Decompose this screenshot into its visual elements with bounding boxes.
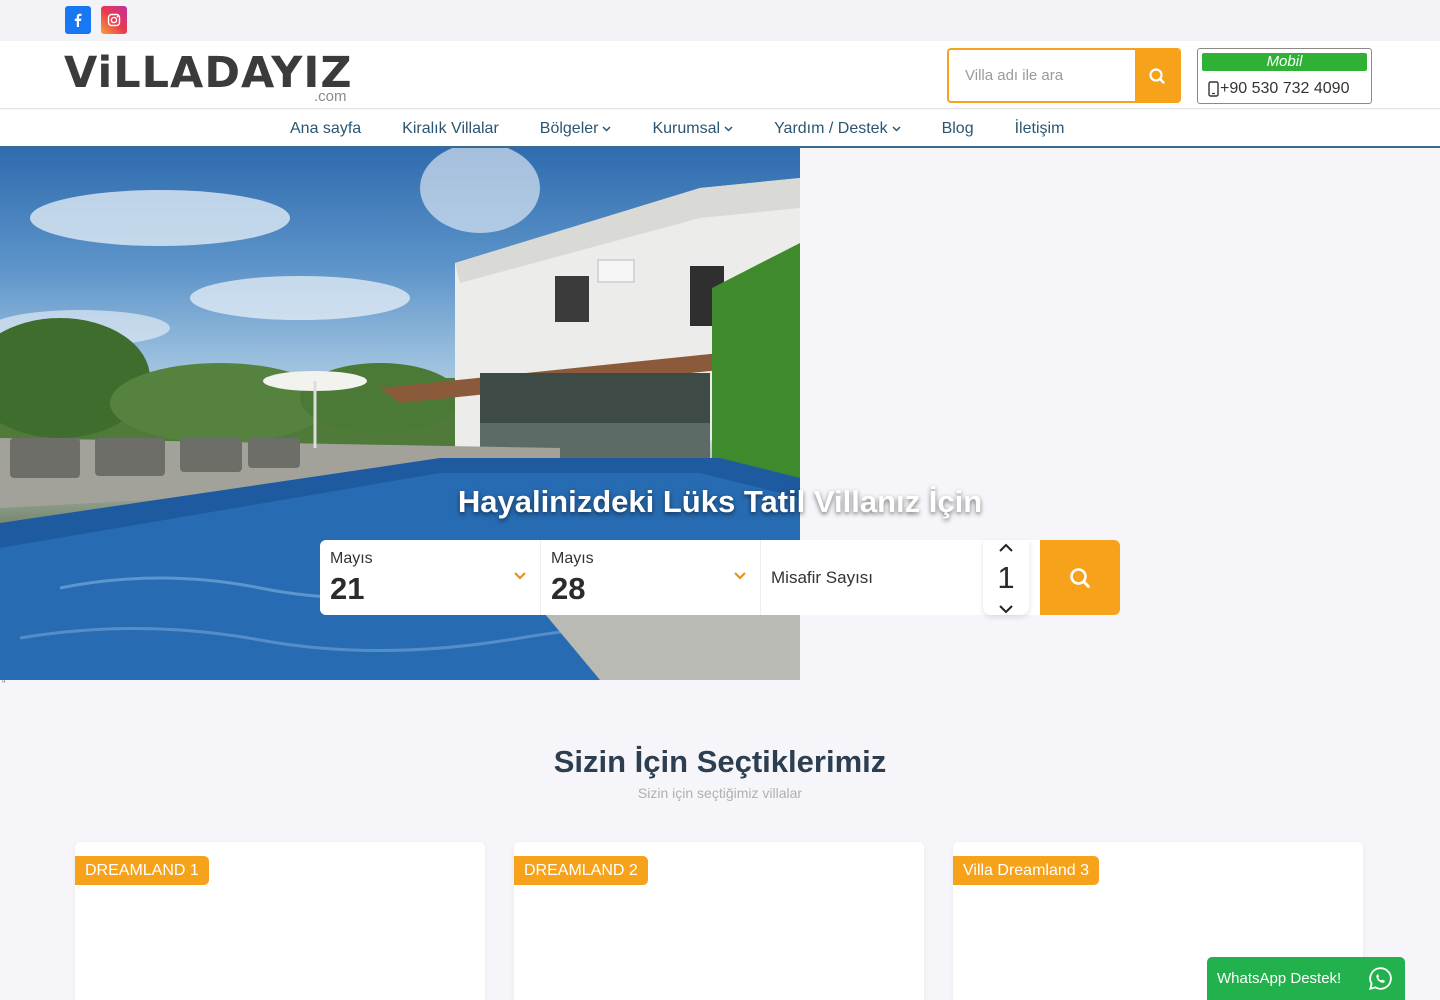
villa-card[interactable]: DREAMLAND 1 xyxy=(75,842,485,1000)
facebook-icon[interactable] xyxy=(65,6,91,34)
checkin-month: Mayıs xyxy=(330,550,373,567)
whatsapp-label: WhatsApp Destek! xyxy=(1217,970,1342,987)
social-bar xyxy=(0,0,1440,41)
chevron-down-icon xyxy=(892,126,901,132)
nav-label: Yardım / Destek xyxy=(774,120,888,137)
villa-card-tag: DREAMLAND 1 xyxy=(75,856,209,885)
checkout-day: 28 xyxy=(551,571,586,606)
chevron-down-icon xyxy=(514,572,526,580)
guest-count-stepper: 1 xyxy=(983,540,1029,615)
nav-item-help[interactable]: Yardım / Destek xyxy=(774,120,901,138)
nav-item-regions[interactable]: Bölgeler xyxy=(540,120,612,138)
villa-search-button[interactable] xyxy=(1135,50,1179,101)
checkin-day: 21 xyxy=(330,571,365,606)
guest-count-value[interactable]: 1 xyxy=(983,560,1029,596)
nav-label: Blog xyxy=(941,120,974,137)
section-title: Sizin İçin Seçtiklerimiz xyxy=(553,744,887,779)
hero-title: Hayalinizdeki Lüks Tatil Villanız İçin xyxy=(457,484,983,519)
whatsapp-icon xyxy=(1369,967,1392,990)
whatsapp-support-button[interactable]: WhatsApp Destek! xyxy=(1207,957,1405,1000)
chevron-up-icon[interactable] xyxy=(998,542,1014,554)
nav-label: Bölgeler xyxy=(539,120,599,137)
nav-item-blog[interactable]: Blog xyxy=(942,120,974,138)
nav-item-rental-villas[interactable]: Kiralık Villalar xyxy=(402,120,499,138)
phone-number-text: +90 530 732 4090 xyxy=(1220,80,1350,97)
search-icon xyxy=(1070,567,1090,588)
phone-contact[interactable]: Mobil +90 530 732 4090 xyxy=(1197,48,1372,104)
nav-item-contact[interactable]: İletişim xyxy=(1015,120,1065,138)
logo-text: ViLLADAYIZ xyxy=(64,48,353,98)
mobile-badge: Mobil xyxy=(1202,53,1367,71)
chevron-down-icon xyxy=(734,572,746,580)
nav-label: Kurumsal xyxy=(652,120,721,137)
villa-card-tag: DREAMLAND 2 xyxy=(514,856,648,885)
section-subtitle: Sizin için seçtiğimiz villalar xyxy=(637,785,803,801)
villa-card[interactable]: DREAMLAND 2 xyxy=(514,842,924,1000)
villa-card-tag: Villa Dreamland 3 xyxy=(953,856,1099,885)
checkin-date-picker[interactable]: Mayıs 21 xyxy=(320,540,540,615)
checkout-month: Mayıs xyxy=(551,550,594,567)
guest-count-field: Misafir Sayısı 1 xyxy=(760,540,1040,615)
villa-search xyxy=(947,48,1181,103)
instagram-icon[interactable] xyxy=(101,6,127,34)
nav-item-corporate[interactable]: Kurumsal xyxy=(652,120,733,138)
stray-text: '' xyxy=(2,679,6,689)
nav-label: Kiralık Villalar xyxy=(402,120,499,137)
site-header: ViLLADAYIZ .com Mobil +90 530 732 4090 xyxy=(0,41,1440,109)
nav-label: İletişim xyxy=(1014,120,1065,137)
booking-form: Mayıs 21 Mayıs 28 Misafir Sayısı 1 xyxy=(320,540,1120,615)
search-icon xyxy=(1149,67,1165,84)
booking-search-button[interactable] xyxy=(1040,540,1120,615)
phone-number: +90 530 732 4090 xyxy=(1208,79,1349,99)
chevron-down-icon xyxy=(602,126,612,132)
checkout-date-picker[interactable]: Mayıs 28 xyxy=(540,540,760,615)
mobile-phone-icon xyxy=(1208,81,1219,97)
chevron-down-icon[interactable] xyxy=(998,603,1014,615)
main-nav: Ana sayfa Kiralık Villalar Bölgeler Kuru… xyxy=(0,110,1440,148)
logo-suffix: .com xyxy=(314,88,347,105)
nav-item-home[interactable]: Ana sayfa xyxy=(290,120,361,138)
villa-search-input[interactable] xyxy=(949,50,1137,101)
nav-label: Ana sayfa xyxy=(290,120,362,137)
site-logo[interactable]: ViLLADAYIZ .com xyxy=(64,47,364,105)
chevron-down-icon xyxy=(724,126,733,132)
guest-count-label: Misafir Sayısı xyxy=(771,568,874,587)
